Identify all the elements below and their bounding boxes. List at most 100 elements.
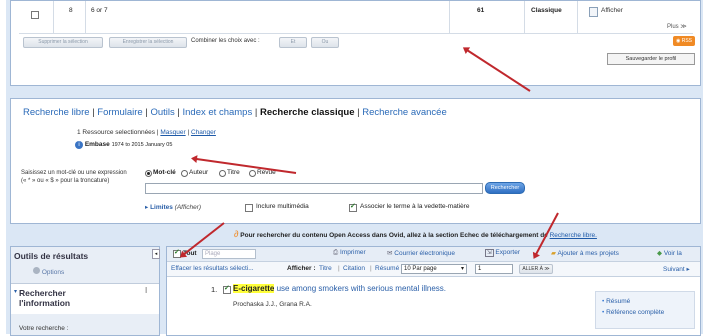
add-projects-button[interactable]: ▰ Ajouter à mes projets <box>551 249 619 257</box>
database-range: 1974 to 2015 January 05 <box>111 142 173 148</box>
history-row-number: 8 <box>69 7 73 14</box>
export-button[interactable]: ⇲ Exporter <box>485 249 520 257</box>
result-title-rest: use among smokers with serious mental il… <box>276 284 446 293</box>
add-projects-label: Ajouter à mes projets <box>557 250 619 257</box>
limits-label[interactable]: Limites <box>150 204 173 211</box>
result-links-box: • Résumé • Référence complète <box>595 291 695 329</box>
tab-advanced-search[interactable]: Recherche avancée <box>362 107 447 118</box>
limits-line: ▸ Limites (Afficher) <box>145 203 201 211</box>
email-button[interactable]: ✉ Courrier électronique <box>387 249 455 257</box>
email-label: Courrier électronique <box>394 250 455 257</box>
page-input[interactable]: 1 <box>475 264 513 274</box>
your-search-label: Votre recherche : <box>19 325 69 332</box>
associate-term-checkbox[interactable] <box>349 202 357 212</box>
radio-author-label: Auteur <box>189 169 209 176</box>
goto-button[interactable]: ALLER À ≫ <box>519 264 553 274</box>
radio-keyword-label: Mot-clé <box>153 169 176 176</box>
history-row-checkbox[interactable] <box>31 11 39 19</box>
combine-or-button[interactable]: Ou <box>311 37 339 48</box>
combine-label: Combiner les choix avec : <box>191 38 260 44</box>
result-title[interactable]: E-cigarette use among smokers with serio… <box>233 284 446 293</box>
full-reference-link[interactable]: • Référence complète <box>602 309 664 316</box>
export-label: Exporter <box>495 249 520 256</box>
options-label: Options <box>41 269 65 276</box>
open-access-text: Pour rechercher du contenu Open Access d… <box>240 232 548 239</box>
options-line[interactable]: Options <box>33 267 64 276</box>
search-panel: Recherche libre | Formulaire | Outils | … <box>10 98 701 224</box>
result-checkbox[interactable] <box>223 284 231 294</box>
history-row-count[interactable]: 61 <box>477 7 484 14</box>
result-item: 1. E-cigarette use among smokers with se… <box>167 277 700 335</box>
delete-selection-button[interactable]: Supprimer la sélection <box>23 37 103 48</box>
result-authors: Prochaska J.J., Grana R.A. <box>233 301 312 308</box>
result-number: 1. <box>211 285 218 294</box>
radio-keyword[interactable] <box>145 170 152 177</box>
results-sidebar: Outils de résultats ◂ Options ▾ Recherch… <box>10 246 160 336</box>
collapse-arrow-icon: ▾ <box>14 289 18 295</box>
bullet-icon: • <box>602 309 605 316</box>
change-link[interactable]: Changer <box>191 129 216 136</box>
hide-link[interactable]: Masquer <box>160 129 185 136</box>
expand-arrow-icon: ▸ <box>145 204 149 211</box>
open-access-link[interactable]: Recherche libre. <box>550 232 597 239</box>
results-panel: Tout Plage ⎙ Imprimer ✉ Courrier électro… <box>166 246 701 336</box>
range-input[interactable]: Plage <box>202 249 256 259</box>
folder-icon: ▰ <box>551 250 556 257</box>
per-page-select[interactable]: 10 Par page ▾ <box>401 264 467 274</box>
full-reference-link-label: Référence complète <box>606 309 665 316</box>
save-profile-button[interactable]: Sauvegarder le profil <box>607 53 695 65</box>
resources-count: 1 Ressource selectionnées | <box>77 129 159 136</box>
per-page-value: 10 Par page <box>404 266 437 272</box>
research-title: Rechercher l'information <box>19 288 71 308</box>
sidebar-cursor-icon: I <box>145 286 148 295</box>
tab-basic-search[interactable]: Recherche libre <box>23 107 90 118</box>
display-icon <box>589 7 598 17</box>
info-icon: i <box>75 141 83 149</box>
radio-title-label: Titre <box>227 169 240 176</box>
search-history-panel: 8 6 or 7 61 Classique Afficher Plus ≫ Su… <box>10 0 701 86</box>
print-button[interactable]: ⎙ Imprimer <box>333 249 366 257</box>
radio-author[interactable] <box>181 170 188 177</box>
more-link[interactable]: Plus ≫ <box>667 23 687 30</box>
tools-title: Outils de résultats <box>14 251 89 261</box>
include-multimedia-checkbox[interactable] <box>245 204 253 212</box>
app-frame: 8 6 or 7 61 Classique Afficher Plus ≫ Su… <box>6 0 703 336</box>
search-input[interactable] <box>145 183 483 194</box>
display-citation-link[interactable]: Citation <box>343 265 365 272</box>
clear-results-link[interactable]: Effacer les résultats sélecti... <box>171 265 254 272</box>
tab-index-fields[interactable]: Index et champs <box>183 107 253 118</box>
database-name: Embase <box>84 141 110 148</box>
research-header[interactable]: ▾ Rechercher l'information I <box>11 283 159 314</box>
database-line: i Embase 1974 to 2015 January 05 <box>75 141 172 149</box>
limits-show[interactable]: (Afficher) <box>175 204 201 211</box>
rss-button[interactable]: ◉ RSS <box>673 36 695 46</box>
tab-tools[interactable]: Outils <box>150 107 174 118</box>
open-access-icon: ∂ <box>234 229 239 239</box>
abstract-link[interactable]: • Résumé <box>602 298 630 305</box>
print-icon: ⎙ <box>333 249 339 256</box>
radio-title[interactable] <box>219 170 226 177</box>
rss-label: RSS <box>681 38 693 44</box>
combine-and-button[interactable]: Et <box>279 37 307 48</box>
tab-classic-search[interactable]: Recherche classique <box>260 107 355 118</box>
associate-term-label: Associer le terme à la vedette-matière <box>360 203 470 210</box>
display-abstract-link[interactable]: Résumé <box>375 265 399 272</box>
include-multimedia-label: Inclure multimédia <box>256 203 309 210</box>
save-selection-button[interactable]: Enregistrer la sélection <box>109 37 187 48</box>
export-icon: ⇲ <box>485 249 494 257</box>
tab-form[interactable]: Formulaire <box>97 107 142 118</box>
display-title-link[interactable]: Titre <box>319 265 332 272</box>
search-tabs: Recherche libre | Formulaire | Outils | … <box>23 107 447 118</box>
search-button[interactable]: Rechercher <box>485 182 525 194</box>
display-bar: Effacer les résultats sélecti... Affiche… <box>167 262 700 277</box>
view-button[interactable]: ◆ Voir la <box>657 249 682 257</box>
email-icon: ✉ <box>387 250 393 257</box>
collapse-handle[interactable]: ◂ <box>152 249 160 259</box>
next-link[interactable]: Suivant ▸ <box>663 265 690 273</box>
radio-journal[interactable] <box>249 170 256 177</box>
history-row-display-link[interactable]: Afficher <box>601 7 623 14</box>
abstract-link-label: Résumé <box>606 298 631 305</box>
result-title-highlight: E-cigarette <box>233 284 275 293</box>
history-row-type: Classique <box>531 7 562 14</box>
print-label: Imprimer <box>340 249 366 256</box>
